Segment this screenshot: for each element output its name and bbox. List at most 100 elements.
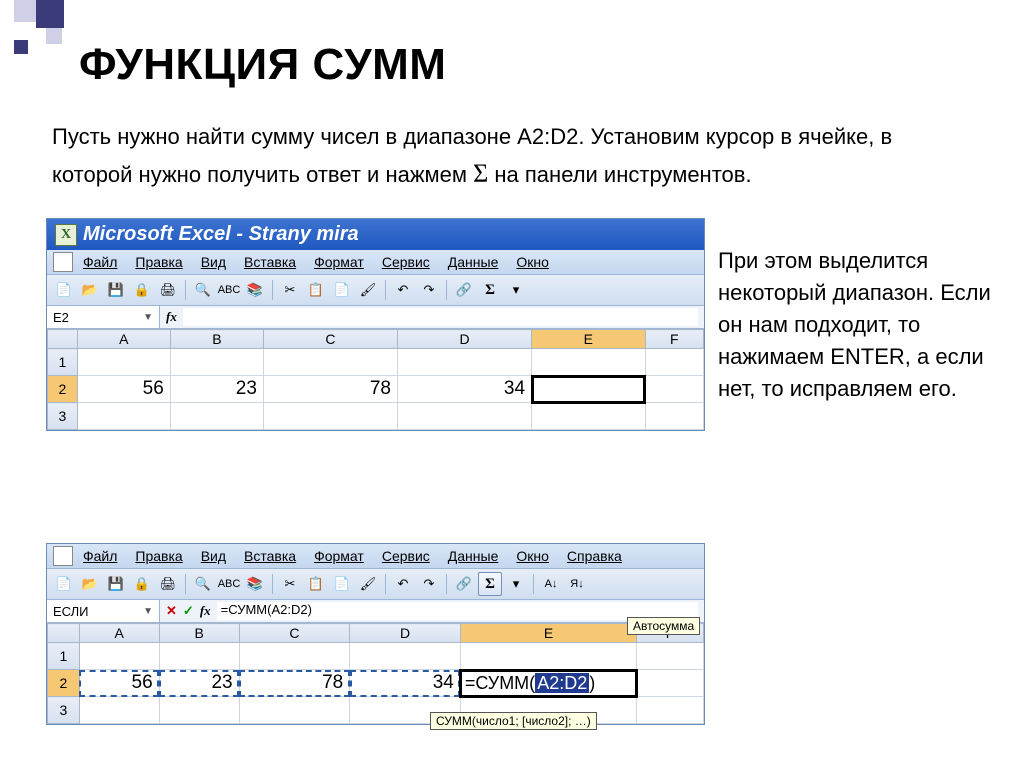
- cell-e2-editing[interactable]: =СУММ(A2:D2): [460, 670, 636, 697]
- cell-a1[interactable]: [79, 643, 159, 670]
- open-icon[interactable]: 📂: [78, 572, 102, 596]
- cell-f2[interactable]: [645, 376, 703, 403]
- row-header-1[interactable]: 1: [48, 349, 78, 376]
- new-icon[interactable]: 📄: [52, 278, 76, 302]
- name-box[interactable]: E2 ▼: [47, 306, 160, 328]
- paste-icon[interactable]: 📄: [330, 572, 354, 596]
- print-icon[interactable]: 🖨: [156, 572, 180, 596]
- cell-f1[interactable]: [637, 643, 704, 670]
- permission-icon[interactable]: 🔒: [130, 278, 154, 302]
- cell-b2[interactable]: 23: [159, 670, 239, 697]
- formula-input[interactable]: [183, 308, 698, 326]
- redo-icon[interactable]: ↷: [417, 572, 441, 596]
- cell-a2[interactable]: 56: [79, 670, 159, 697]
- cell-a2[interactable]: 56: [77, 376, 170, 403]
- menu-help[interactable]: Справка: [559, 546, 630, 566]
- research-icon[interactable]: 📚: [243, 572, 267, 596]
- sort-desc-icon[interactable]: Я↓: [565, 572, 589, 596]
- row-header-3[interactable]: 3: [48, 697, 80, 724]
- menu-data[interactable]: Данные: [440, 546, 507, 566]
- col-header-c[interactable]: C: [263, 330, 397, 349]
- select-all-corner[interactable]: [48, 624, 80, 643]
- col-header-b[interactable]: B: [170, 330, 263, 349]
- print-preview-icon[interactable]: 🔍: [191, 278, 215, 302]
- redo-icon[interactable]: ↷: [417, 278, 441, 302]
- cell-b3[interactable]: [170, 403, 263, 430]
- cell-d2[interactable]: 34: [397, 376, 531, 403]
- cell-f1[interactable]: [645, 349, 703, 376]
- row-header-2[interactable]: 2: [48, 376, 78, 403]
- menu-format[interactable]: Формат: [306, 546, 372, 566]
- copy-icon[interactable]: 📋: [304, 572, 328, 596]
- col-header-b[interactable]: B: [159, 624, 239, 643]
- col-header-a[interactable]: A: [79, 624, 159, 643]
- cell-a3[interactable]: [77, 403, 170, 430]
- autosum-icon-active[interactable]: Σ: [478, 572, 502, 596]
- undo-icon[interactable]: ↶: [391, 572, 415, 596]
- cell-e1[interactable]: [532, 349, 646, 376]
- autosum-icon[interactable]: Σ: [478, 278, 502, 302]
- cell-f2[interactable]: [637, 670, 704, 697]
- fx-icon[interactable]: fx: [200, 603, 211, 619]
- menu-edit[interactable]: Правка: [127, 252, 190, 272]
- select-all-corner[interactable]: [48, 330, 78, 349]
- cell-d3[interactable]: [397, 403, 531, 430]
- format-painter-icon[interactable]: 🖌: [356, 572, 380, 596]
- paste-icon[interactable]: 📄: [330, 278, 354, 302]
- col-header-d[interactable]: D: [397, 330, 531, 349]
- spellcheck-icon[interactable]: ABC: [217, 572, 241, 596]
- undo-icon[interactable]: ↶: [391, 278, 415, 302]
- cell-c3[interactable]: [239, 697, 350, 724]
- sort-asc-icon[interactable]: A↓: [539, 572, 563, 596]
- open-icon[interactable]: 📂: [78, 278, 102, 302]
- cell-b1[interactable]: [170, 349, 263, 376]
- dropdown-icon[interactable]: ▾: [504, 278, 528, 302]
- menu-view[interactable]: Вид: [193, 546, 234, 566]
- cell-d1[interactable]: [397, 349, 531, 376]
- cell-d2[interactable]: 34: [350, 670, 461, 697]
- name-box-2[interactable]: ЕСЛИ ▼: [47, 600, 160, 622]
- row-header-3[interactable]: 3: [48, 403, 78, 430]
- hyperlink-icon[interactable]: 🔗: [452, 278, 476, 302]
- menu-insert[interactable]: Вставка: [236, 252, 304, 272]
- print-icon[interactable]: 🖨: [156, 278, 180, 302]
- print-preview-icon[interactable]: 🔍: [191, 572, 215, 596]
- spellcheck-icon[interactable]: ABC: [217, 278, 241, 302]
- fx-icon[interactable]: fx: [166, 309, 177, 325]
- cell-d1[interactable]: [350, 643, 461, 670]
- namebox-dropdown-icon[interactable]: ▼: [143, 606, 153, 617]
- col-header-c[interactable]: C: [239, 624, 350, 643]
- copy-icon[interactable]: 📋: [304, 278, 328, 302]
- col-header-d[interactable]: D: [350, 624, 461, 643]
- cell-c1[interactable]: [239, 643, 350, 670]
- cell-a1[interactable]: [77, 349, 170, 376]
- research-icon[interactable]: 📚: [243, 278, 267, 302]
- cell-b1[interactable]: [159, 643, 239, 670]
- menu-file[interactable]: Файл: [75, 252, 125, 272]
- cell-b3[interactable]: [159, 697, 239, 724]
- row-header-2[interactable]: 2: [48, 670, 80, 697]
- cell-e2-active[interactable]: [532, 376, 646, 403]
- cut-icon[interactable]: ✂: [278, 278, 302, 302]
- cancel-icon[interactable]: ✕: [166, 603, 177, 619]
- enter-icon[interactable]: ✓: [183, 603, 194, 619]
- menu-view[interactable]: Вид: [193, 252, 234, 272]
- row-header-1[interactable]: 1: [48, 643, 80, 670]
- cell-c3[interactable]: [263, 403, 397, 430]
- formula-input-2[interactable]: =СУММ(A2:D2): [217, 602, 698, 620]
- col-header-a[interactable]: A: [77, 330, 170, 349]
- cut-icon[interactable]: ✂: [278, 572, 302, 596]
- namebox-dropdown-icon[interactable]: ▼: [143, 312, 153, 323]
- menu-insert[interactable]: Вставка: [236, 546, 304, 566]
- cell-e3[interactable]: [532, 403, 646, 430]
- cell-f3[interactable]: [645, 403, 703, 430]
- cell-b2[interactable]: 23: [170, 376, 263, 403]
- new-icon[interactable]: 📄: [52, 572, 76, 596]
- permission-icon[interactable]: 🔒: [130, 572, 154, 596]
- cell-e1[interactable]: [460, 643, 636, 670]
- save-icon[interactable]: 💾: [104, 278, 128, 302]
- menu-tools[interactable]: Сервис: [374, 546, 438, 566]
- col-header-e[interactable]: E: [532, 330, 646, 349]
- cell-f3[interactable]: [637, 697, 704, 724]
- format-painter-icon[interactable]: 🖌: [356, 278, 380, 302]
